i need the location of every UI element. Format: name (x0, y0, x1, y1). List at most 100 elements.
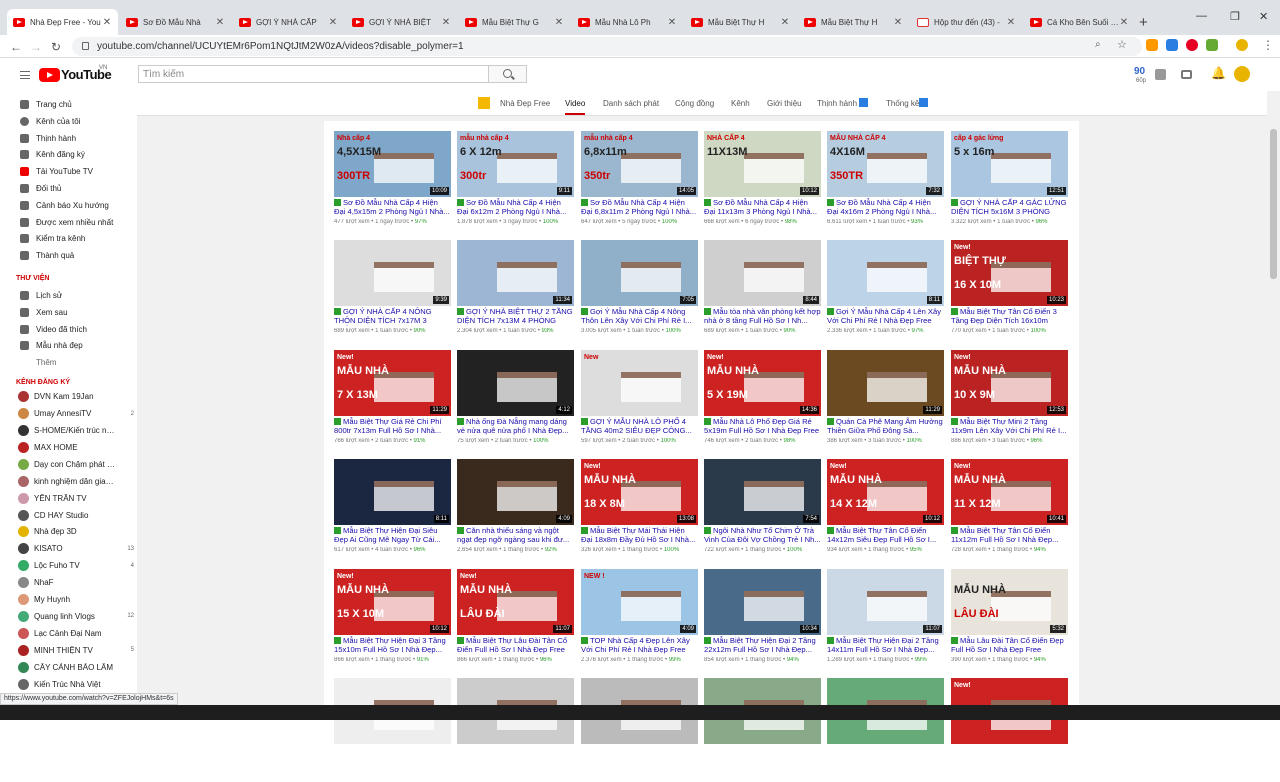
video-title-link[interactable]: Gợi Ý Mẫu Nhà Cấp 4 Nông Thôn Lên Xây Vớ… (581, 307, 698, 326)
video-title-link[interactable]: Mẫu Biệt Thự Hiện Đại 2 Tầng 22x12m Full… (704, 636, 821, 655)
page-scrollbar[interactable] (1267, 91, 1280, 720)
sidebar-item[interactable]: Kênh của tôi (0, 113, 137, 130)
channel-tab[interactable]: Kênh (731, 99, 750, 108)
video-title-link[interactable]: Sơ Đồ Mẫu Nhà Cấp 4 Hiện Đại 6x12m 2 Phò… (457, 198, 574, 217)
video-title[interactable]: GỢI Ý NHÀ CẤP 4 GÁC LỬNG DIỆN TÍCH 5x16M… (951, 198, 1067, 217)
video-thumbnail[interactable]: 10:34 (704, 569, 821, 635)
video-card[interactable] (704, 678, 821, 782)
video-title-link[interactable]: Mẫu Biệt Thự Tân Cổ Điển 11x12m Full Hồ … (951, 526, 1068, 545)
video-card[interactable]: New! MẪU NHÀ 5 X 19M 14:36 Mẫu Nhà Lô Phố Đẹ… (704, 350, 821, 454)
video-card[interactable]: New! (951, 678, 1068, 782)
video-title[interactable]: Mẫu Biệt Thự Tân Cổ Điển 14x12m Siêu Đẹp… (827, 526, 936, 544)
video-title[interactable]: Quán Cà Phê Mang Âm Hưởng Thiền Giữa Phố… (827, 417, 943, 435)
extension-grid-icon[interactable] (1206, 39, 1218, 51)
video-thumbnail[interactable]: New! MẪU NHÀ 18 X 8M 13:08 (581, 459, 698, 525)
video-thumbnail[interactable]: mẫu nhà cấp 4 6 X 12m 300tr 9:11 (457, 131, 574, 197)
tab-close-icon[interactable]: ✕ (1119, 17, 1129, 28)
youtube-logo-icon[interactable] (39, 68, 60, 82)
subscription-item[interactable]: My Huynh (0, 591, 137, 608)
video-title-link[interactable]: Gợi Ý Mẫu Nhà Cấp 4 Lên Xây Với Chi Phí … (827, 307, 944, 326)
video-thumbnail[interactable]: MẪU NHÀ CẤP 4 4X16M 350TR 7:32 (827, 131, 944, 197)
video-card[interactable]: New! BIỆT THỰ 16 X 10M 10:23 Mẫu Biệt Thự Tâ… (951, 240, 1068, 344)
create-video-icon[interactable] (1181, 70, 1192, 79)
video-title-link[interactable]: Ngôi Nhà Như Tổ Chim Ở Trà Vinh Của Đôi … (704, 526, 821, 545)
video-thumbnail[interactable]: NHÀ CẤP 4 11X13M 10:12 (704, 131, 821, 197)
subscription-item[interactable]: Quang linh Vlogs 12 (0, 608, 137, 625)
extension-iq-icon[interactable] (1166, 39, 1178, 51)
video-title[interactable]: Căn nhà thiếu sáng và ngột ngạt đẹp ngỡ … (457, 526, 569, 544)
video-title[interactable]: Sơ Đồ Mẫu Nhà Cấp 4 Hiện Đại 4,5x15m 2 P… (334, 198, 450, 216)
sidebar-item[interactable]: Thành quả (0, 247, 137, 264)
sidebar-item[interactable]: Video đã thích (0, 321, 137, 338)
video-thumbnail[interactable]: New! MẪU NHÀ 15 X 10M 10:12 (334, 569, 451, 635)
video-card[interactable]: NHÀ CẤP 4 11X13M 10:12 Sơ Đồ Mẫu Nhà Cấp 4 … (704, 131, 821, 235)
channel-tab[interactable]: Danh sách phát (603, 99, 659, 108)
sidebar-item[interactable]: Kiểm tra kênh (0, 230, 137, 247)
video-thumbnail[interactable]: 4:09 (457, 459, 574, 525)
video-title[interactable]: Sơ Đồ Mẫu Nhà Cấp 4 Hiện Đại 6,8x11m 2 P… (581, 198, 696, 216)
video-thumbnail[interactable]: 7:54 (704, 459, 821, 525)
video-thumbnail[interactable]: New! MẪU NHÀ 11 X 12M 10:41 (951, 459, 1068, 525)
video-title[interactable]: Mẫu Biệt Thự Tân Cổ Điển 11x12m Full Hồ … (951, 526, 1058, 544)
browser-tab[interactable]: Mẫu Biệt Thự G ✕ (459, 10, 570, 35)
channel-tab[interactable]: Thống kê (886, 99, 919, 108)
video-title[interactable]: GỢI Ý MẪU NHÀ LÔ PHỐ 4 TẦNG 40m2 SIÊU ĐẸ… (581, 417, 692, 435)
video-title[interactable]: Mẫu Biệt Thự Mini 2 Tầng 11x9m Lên Xây V… (951, 417, 1066, 435)
browser-tab[interactable]: GỢI Ý NHÀ CẤP ✕ (233, 10, 344, 35)
video-title-link[interactable]: Sơ Đồ Mẫu Nhà Cấp 4 Hiện Đại 6,8x11m 2 P… (581, 198, 698, 217)
video-title-link[interactable]: Mẫu tòa nhà văn phòng kết hợp nhà ở 8 tầ… (704, 307, 821, 326)
video-title[interactable]: Mẫu tòa nhà văn phòng kết hợp nhà ở 8 tầ… (704, 307, 821, 325)
back-icon[interactable]: ← (10, 40, 22, 54)
video-title[interactable]: Mẫu Lâu Đài Tân Cổ Điển Đẹp Full Hồ Sơ I… (951, 636, 1064, 654)
notifications-bell-icon[interactable]: 🔔 (1211, 66, 1226, 80)
pinterest-icon[interactable] (1186, 39, 1198, 51)
video-thumbnail[interactable]: 8:11 (334, 459, 451, 525)
subscription-item[interactable]: CD HAY Studio (0, 507, 137, 524)
video-card[interactable]: 8:11 Gợi Ý Mẫu Nhà Cấp 4 Lên Xây Với Chi … (827, 240, 944, 344)
browser-tab[interactable]: Cá Kho Bên Suối Lạ ✕ (1024, 10, 1135, 35)
video-card[interactable]: 10:34 Mẫu Biệt Thự Hiện Đại 2 Tầng 22x12m… (704, 569, 821, 673)
video-card[interactable]: 4:09 Căn nhà thiếu sáng và ngột ngạt đẹp … (457, 459, 574, 563)
video-title-link[interactable]: Mẫu Biệt Thự Lâu Đài Tân Cổ Điển Full Hồ… (457, 636, 574, 655)
subscription-item[interactable]: MINH THIỆN TV 5 (0, 642, 137, 659)
hamburger-menu-icon[interactable] (20, 71, 30, 79)
subscription-item[interactable]: CÂY CẢNH BẢO LÂM (0, 659, 137, 676)
video-title[interactable]: GỢI Ý NHÀ BIỆT THỰ 2 TẦNG DIỆN TÍCH 7x13… (457, 307, 573, 326)
tab-close-icon[interactable]: ✕ (441, 17, 451, 28)
video-card[interactable]: 4:12 Nhà ống Đà Nẵng mang dáng vẻ nửa quê… (457, 350, 574, 454)
sidebar-item[interactable]: Thịnh hành (0, 130, 137, 147)
video-card[interactable]: New! MẪU NHÀ 7 X 13M 11:29 Mẫu Biệt Thự Giá … (334, 350, 451, 454)
subscription-item[interactable]: Dạy con Chậm phát tri... (0, 456, 137, 473)
video-card[interactable]: MẪU NHÀ LÂU ĐÀI 5:32 Mẫu Lâu Đài Tân Cổ Điể… (951, 569, 1068, 673)
video-title[interactable]: Mẫu Biệt Thự Tân Cổ Điển 3 Tầng Đẹp Diện… (951, 307, 1057, 326)
video-title-link[interactable]: GỢI Ý NHÀ CẤP 4 GÁC LỬNG DIỆN TÍCH 5x16M… (951, 198, 1068, 217)
subscription-item[interactable]: YẾN TRẦN TV (0, 490, 137, 507)
search-button[interactable] (489, 65, 527, 83)
video-card[interactable]: New! MẪU NHÀ 15 X 10M 10:12 Mẫu Biệt Thự Hiệ… (334, 569, 451, 673)
video-title-link[interactable]: Sơ Đồ Mẫu Nhà Cấp 4 Hiện Đại 4,5x15m 2 P… (334, 198, 451, 217)
video-card[interactable]: 8:11 Mẫu Biệt Thự Hiện Đại Siêu Đẹp Ai Cũ… (334, 459, 451, 563)
browser-tab[interactable]: Mẫu Nhà Lô Ph ✕ (572, 10, 683, 35)
video-title-link[interactable]: TOP Nhà Cấp 4 Đẹp Lên Xây Với Chi Phí Rẻ… (581, 636, 698, 655)
video-title[interactable]: Mẫu Biệt Thự Hiện Đại 3 Tầng 15x10m Full… (334, 636, 446, 654)
video-thumbnail[interactable]: NEW ! 4:09 (581, 569, 698, 635)
sidebar-item[interactable]: Trang chủ (0, 96, 137, 113)
video-thumbnail[interactable]: cấp 4 gác lửng 5 x 16m 12:51 (951, 131, 1068, 197)
video-card[interactable] (457, 678, 574, 782)
url-bar[interactable]: youtube.com/channel/UCUYtEMr6Pom1NQtJtM2… (72, 37, 1142, 56)
video-title[interactable]: Mẫu Biệt Thự Hiện Đại 2 Tầng 14x11m Full… (827, 636, 939, 654)
subscription-item[interactable]: S-HOME/Kiến trúc nhà... (0, 422, 137, 439)
video-title-link[interactable]: Nhà ống Đà Nẵng mang dáng vẻ nửa quê nửa… (457, 417, 574, 436)
video-title[interactable]: TOP Nhà Cấp 4 Đẹp Lên Xây Với Chi Phí Rẻ… (581, 636, 690, 654)
sidebar-item[interactable]: Kênh đăng ký (0, 146, 137, 163)
subscription-item[interactable]: Lạc Cảnh Đại Nam (0, 625, 137, 642)
browser-tab[interactable]: Mẫu Biệt Thự H ✕ (685, 10, 796, 35)
video-title[interactable]: Sơ Đồ Mẫu Nhà Cấp 4 Hiện Đại 11x13m 3 Ph… (704, 198, 817, 216)
tab-close-icon[interactable]: ✕ (893, 17, 903, 28)
video-title-link[interactable]: GỢI Ý NHÀ CẤP 4 NÔNG THÔN DIỆN TÍCH 7x17… (334, 307, 451, 326)
video-thumbnail[interactable]: New! MẪU NHÀ 10 X 9M 12:53 (951, 350, 1068, 416)
close-window-icon[interactable]: ✕ (1259, 10, 1268, 23)
video-title-link[interactable]: Sơ Đồ Mẫu Nhà Cấp 4 Hiện Đại 4x16m 2 Phò… (827, 198, 944, 217)
subscription-item[interactable]: Lộc Fuho TV 4 (0, 557, 137, 574)
video-card[interactable]: 7:05 Gợi Ý Mẫu Nhà Cấp 4 Nông Thôn Lên Xâ… (581, 240, 698, 344)
